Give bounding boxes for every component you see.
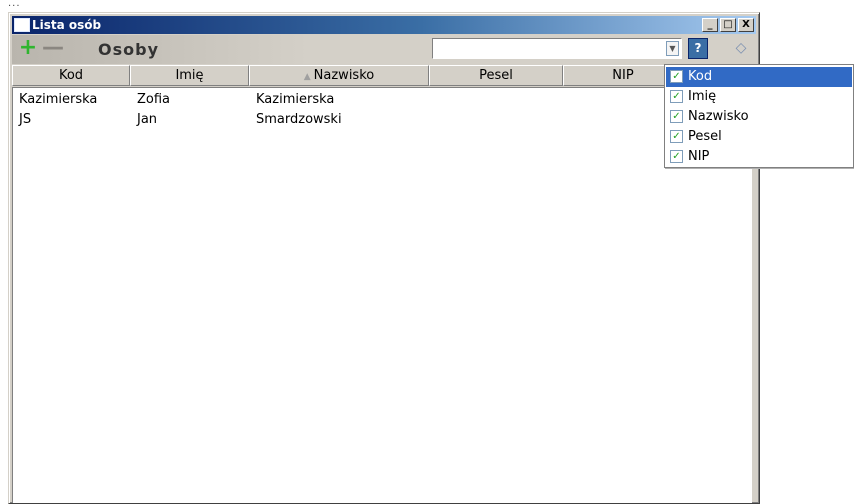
column-header-nazwisko[interactable]: ▲ Nazwisko [249, 65, 429, 86]
window-title: Lista osób [32, 18, 102, 32]
minimize-button[interactable]: _ [702, 18, 718, 32]
grid-header: Kod Imię ▲ Nazwisko Pesel NIP [12, 65, 752, 86]
cell-imie: Jan [137, 112, 158, 127]
checkbox-nazwisko[interactable]: ✓ [670, 110, 683, 123]
column-header-imie[interactable]: Imię [130, 65, 249, 86]
plus-icon: + [18, 35, 38, 60]
minus-icon: — [42, 35, 64, 60]
help-button[interactable]: ? [688, 38, 708, 59]
column-header-kod[interactable]: Kod [12, 65, 130, 86]
checkbox-nip[interactable]: ✓ [670, 150, 683, 163]
title-bar[interactable]: Lista osób _ □ X [12, 16, 756, 34]
toolbar: + — Osoby ▼ ? ◇ [12, 35, 756, 64]
help-icon: ? [694, 41, 702, 55]
column-option-pesel[interactable]: ✓ Pesel [666, 127, 852, 147]
remove-person-button[interactable]: — [41, 37, 65, 61]
maximize-button[interactable]: □ [720, 18, 736, 32]
cell-nazwisko: Smardzowski [256, 112, 342, 127]
lista-osob-window: Lista osób _ □ X + — Osoby ▼ ? ◇ Kod Imi… [8, 12, 760, 504]
cell-imie: Zofia [137, 92, 171, 107]
top-dots: ... [8, 0, 21, 9]
checkbox-kod[interactable]: ✓ [670, 70, 683, 83]
sort-ascending-icon: ▲ [303, 72, 311, 82]
column-option-nazwisko[interactable]: ✓ Nazwisko [666, 107, 852, 127]
column-option-imie[interactable]: ✓ Imię [666, 87, 852, 107]
add-person-button[interactable]: + [16, 37, 40, 61]
column-header-pesel[interactable]: Pesel [429, 65, 563, 86]
column-option-nip[interactable]: ✓ NIP [666, 147, 852, 167]
column-chooser-popup: ✓ Kod ✓ Imię ✓ Nazwisko ✓ Pesel ✓ NIP [664, 64, 854, 168]
cell-nazwisko: Kazimierska [256, 92, 335, 107]
persons-grid[interactable]: Kazimierska Zofia Kazimierska JS Jan Sma… [12, 87, 752, 503]
column-option-kod[interactable]: ✓ Kod [666, 67, 852, 87]
checkbox-imie[interactable]: ✓ [670, 90, 683, 103]
edit-button[interactable]: ◇ [730, 38, 752, 59]
search-combo[interactable]: ▼ [432, 38, 682, 59]
cell-kod: Kazimierska [19, 92, 98, 107]
window-icon [14, 18, 30, 32]
checkbox-pesel[interactable]: ✓ [670, 130, 683, 143]
chevron-down-icon[interactable]: ▼ [666, 41, 679, 56]
table-row[interactable]: JS Jan Smardzowski [13, 110, 752, 130]
toolbar-title: Osoby [98, 40, 159, 59]
cell-kod: JS [19, 112, 32, 127]
table-row[interactable]: Kazimierska Zofia Kazimierska [13, 90, 752, 110]
eraser-icon: ◇ [735, 40, 747, 56]
close-button[interactable]: X [738, 18, 754, 32]
